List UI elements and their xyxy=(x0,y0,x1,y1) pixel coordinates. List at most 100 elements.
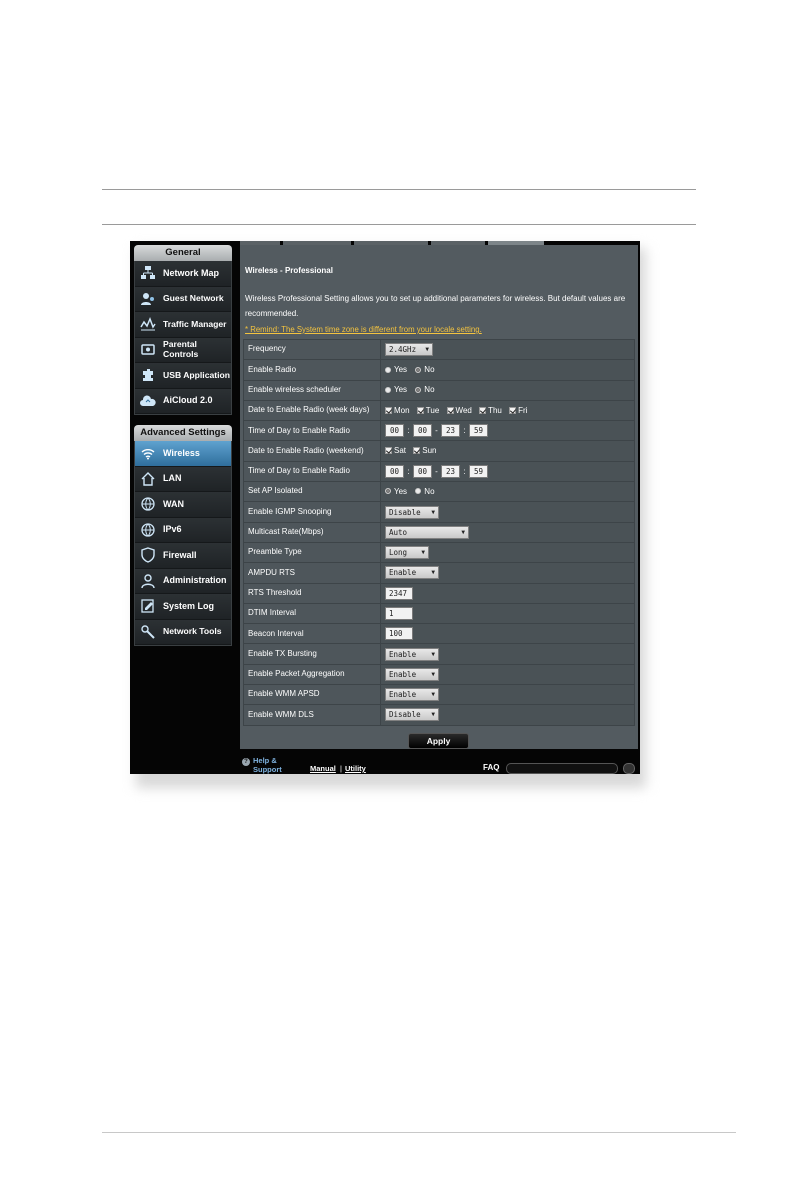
sidebar-item-aicloud[interactable]: AiCloud 2.0 xyxy=(135,388,231,414)
table-row: Time of Day to Enable Radio 00:00-23:59 xyxy=(243,460,635,483)
help-support-link[interactable]: Help & Support xyxy=(253,756,293,774)
date-weekdays-label: Date to Enable Radio (week days) xyxy=(243,399,381,422)
radio-label: No xyxy=(424,486,435,496)
timezone-remind-link[interactable]: * Remind: The System time zone is differ… xyxy=(245,325,482,334)
rts-threshold-input[interactable]: 2347 xyxy=(385,586,413,600)
sidebar-item-label: Network Tools xyxy=(163,626,222,636)
dtim-interval-input[interactable]: 1 xyxy=(385,607,413,620)
weekday-wed-checkbox[interactable]: Wed xyxy=(446,405,472,415)
weekday-mon-checkbox[interactable]: Mon xyxy=(385,406,410,415)
radio-label: No xyxy=(424,385,435,395)
enable-scheduler-yes[interactable]: Yes xyxy=(385,385,407,394)
network-map-icon xyxy=(139,264,157,282)
home-icon xyxy=(139,470,157,488)
tx-bursting-select[interactable]: Enable ▼ xyxy=(385,647,439,661)
select-value: Enable xyxy=(389,568,417,578)
sidebar-item-ipv6[interactable]: IPv6 xyxy=(135,517,231,543)
checkbox-label: Wed xyxy=(455,405,472,415)
sidebar-item-label: Administration xyxy=(163,575,227,585)
weekday-end-hour-input[interactable]: 23 xyxy=(441,424,460,438)
checkbox-label: Fri xyxy=(518,405,528,415)
table-row: Enable Radio Yes No xyxy=(243,359,635,381)
enable-radio-yes[interactable]: Yes xyxy=(385,365,407,374)
wmm-dls-select[interactable]: Disable ▼ xyxy=(385,708,439,722)
apply-button[interactable]: Apply xyxy=(408,733,469,749)
preamble-type-select[interactable]: Long ▼ xyxy=(385,546,429,560)
preamble-type-label: Preamble Type xyxy=(243,541,381,564)
packet-aggregation-select[interactable]: Enable ▼ xyxy=(385,667,439,681)
multicast-rate-select[interactable]: Auto ▼ xyxy=(385,525,469,539)
select-value: Disable xyxy=(389,507,421,517)
date-weekend-label: Date to Enable Radio (weekend) xyxy=(243,440,381,462)
search-icon[interactable] xyxy=(623,763,635,774)
chevron-down-icon: ▼ xyxy=(461,528,465,536)
router-admin-screenshot: General Network Map Guest Network Traffi… xyxy=(130,241,640,774)
tx-bursting-label: Enable TX Bursting xyxy=(243,643,381,665)
user-icon xyxy=(139,572,157,590)
time-weekend-label: Time of Day to Enable Radio xyxy=(243,460,381,483)
page-rule-top-second xyxy=(102,224,696,225)
radio-label: No xyxy=(424,365,435,375)
weekend-sun-checkbox[interactable]: Sun xyxy=(413,446,436,455)
radio-label: Yes xyxy=(394,385,408,395)
weekday-end-minute-input[interactable]: 59 xyxy=(469,424,488,438)
sidebar-item-label: USB Application xyxy=(163,369,230,380)
frequency-select[interactable]: 2.4GHz ▼ xyxy=(385,343,433,357)
sidebar-item-parental-controls[interactable]: Parental Controls xyxy=(135,337,231,363)
sidebar-item-administration[interactable]: Administration xyxy=(135,568,231,594)
sidebar-item-label: Network Map xyxy=(163,267,220,278)
weekend-end-hour-input[interactable]: 23 xyxy=(441,464,460,478)
table-row: Set AP Isolated Yes No xyxy=(243,481,635,503)
sidebar-item-wireless[interactable]: Wireless xyxy=(135,441,231,467)
content-area: Wireless - Professional Wireless Profess… xyxy=(240,245,638,749)
weekday-thu-checkbox[interactable]: Thu xyxy=(479,406,502,415)
ampdu-rts-select[interactable]: Enable ▼ xyxy=(385,566,439,580)
radio-selected-icon xyxy=(415,366,422,373)
weekend-end-minute-input[interactable]: 59 xyxy=(469,464,488,478)
utility-link[interactable]: Utility xyxy=(345,764,366,773)
beacon-interval-input[interactable]: 100 xyxy=(385,627,413,641)
ap-isolated-no[interactable]: No xyxy=(415,486,435,496)
sidebar-item-system-log[interactable]: System Log xyxy=(135,594,231,620)
chevron-down-icon: ▼ xyxy=(431,650,435,658)
wifi-icon xyxy=(139,444,157,462)
weekday-tue-checkbox[interactable]: Tue xyxy=(416,406,439,415)
sidebar-item-label: WAN xyxy=(163,498,184,509)
enable-scheduler-no[interactable]: No xyxy=(415,385,435,395)
weekend-start-minute-input[interactable]: 00 xyxy=(413,464,432,478)
weekend-start-hour-input[interactable]: 00 xyxy=(385,464,404,478)
sidebar-item-wan[interactable]: WAN xyxy=(135,492,231,518)
faq-search-input[interactable] xyxy=(506,763,618,774)
frequency-value: 2.4GHz xyxy=(389,345,417,355)
sidebar-item-firewall[interactable]: Firewall xyxy=(135,543,231,569)
weekday-start-minute-input[interactable]: 00 xyxy=(413,424,432,438)
radio-selected-icon xyxy=(415,386,422,393)
weekday-start-hour-input[interactable]: 00 xyxy=(385,424,404,438)
table-row: AMPDU RTS Enable ▼ xyxy=(243,562,635,584)
radio-icon xyxy=(385,386,391,393)
radio-label: Yes xyxy=(394,486,408,496)
aicloud-icon xyxy=(139,392,157,410)
igmp-snooping-label: Enable IGMP Snooping xyxy=(243,501,381,523)
wmm-apsd-label: Enable WMM APSD xyxy=(243,684,381,706)
ap-isolated-yes[interactable]: Yes xyxy=(385,487,407,496)
sidebar-item-label: Wireless xyxy=(163,447,200,458)
sidebar-item-traffic-manager[interactable]: Traffic Manager xyxy=(135,312,231,338)
tools-icon xyxy=(139,623,157,641)
sidebar-item-lan[interactable]: LAN xyxy=(135,466,231,492)
sidebar-item-guest-network[interactable]: Guest Network xyxy=(135,286,231,312)
rts-threshold-label: RTS Threshold xyxy=(243,582,381,604)
checkbox-checked-icon xyxy=(416,406,424,414)
sidebar-item-network-tools[interactable]: Network Tools xyxy=(135,619,231,645)
dtim-interval-label: DTIM Interval xyxy=(243,602,381,625)
manual-link[interactable]: Manual xyxy=(310,764,336,773)
wmm-apsd-select[interactable]: Enable ▼ xyxy=(385,688,439,702)
sidebar-item-usb-application[interactable]: USB Application xyxy=(135,363,231,389)
table-row: Enable IGMP Snooping Disable ▼ xyxy=(243,501,635,523)
igmp-snooping-select[interactable]: Disable ▼ xyxy=(385,505,439,519)
weekend-sat-checkbox[interactable]: Sat xyxy=(385,446,406,455)
enable-radio-no[interactable]: No xyxy=(415,365,435,375)
sidebar-item-network-map[interactable]: Network Map xyxy=(135,261,231,287)
time-weekdays-label: Time of Day to Enable Radio xyxy=(243,420,381,442)
weekday-fri-checkbox[interactable]: Fri xyxy=(509,406,527,415)
